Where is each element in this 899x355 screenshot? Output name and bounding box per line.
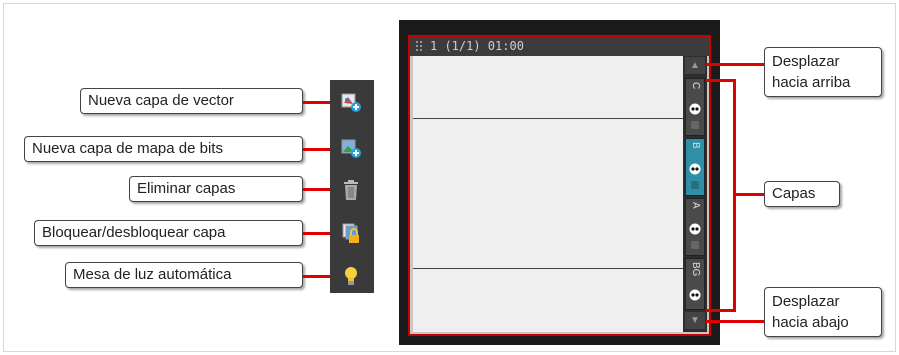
lightbulb-icon[interactable] [339, 264, 363, 288]
layer-name: A [690, 202, 701, 209]
visibility-icon[interactable] [689, 103, 701, 115]
visibility-icon[interactable] [689, 289, 701, 301]
lock-layer-icon[interactable] [339, 221, 363, 245]
callout-scroll-up: Desplazar hacia arriba [764, 47, 882, 97]
callout-delete-layers: Eliminar capas [129, 176, 303, 202]
connector-line [736, 193, 766, 196]
connector-line [303, 188, 333, 191]
layer-b[interactable]: B [685, 138, 705, 196]
thumbnail-cell[interactable] [413, 269, 683, 332]
layer-c[interactable]: C [685, 78, 705, 136]
layer-bg[interactable]: BG [685, 258, 705, 310]
lock-icon[interactable] [691, 121, 699, 129]
thumbnail-cell[interactable] [413, 119, 683, 269]
connector-line [706, 309, 736, 312]
frame-info: 1 (1/1) 01:00 [430, 39, 524, 53]
lock-icon[interactable] [691, 241, 699, 249]
new-bitmap-layer-icon[interactable] [339, 136, 363, 160]
connector-line [303, 148, 333, 151]
layers-panel: 1 (1/1) 01:00 ▲ C B A BG ▼ [399, 20, 720, 345]
callout-new-bitmap-layer: Nueva capa de mapa de bits [24, 136, 303, 162]
scroll-up-button[interactable]: ▲ [685, 57, 705, 74]
layer-toolbar [330, 80, 374, 293]
callout-scroll-down: Desplazar hacia abajo [764, 287, 882, 337]
connector-line [706, 63, 766, 66]
callout-line-1: Desplazar [772, 293, 840, 310]
callout-line-2: hacia arriba [772, 74, 851, 91]
connector-line [706, 79, 736, 82]
layer-name: C [690, 82, 701, 90]
drag-grip-icon[interactable] [415, 40, 423, 53]
panel-title-bar[interactable]: 1 (1/1) 01:00 [410, 37, 709, 56]
visibility-icon[interactable] [689, 163, 701, 175]
lock-icon[interactable] [691, 181, 699, 189]
new-vector-layer-icon[interactable] [339, 90, 363, 114]
callout-lock-layer: Bloquear/desbloquear capa [34, 220, 303, 246]
trash-icon[interactable] [339, 178, 363, 202]
connector-line [303, 101, 333, 104]
layer-scrollbar[interactable]: ▲ C B A BG ▼ [683, 56, 707, 332]
thumbnail-cell[interactable] [413, 56, 683, 119]
panel-highlight: 1 (1/1) 01:00 ▲ C B A BG ▼ [408, 35, 711, 336]
callout-layers: Capas [764, 181, 840, 207]
connector-line [303, 275, 333, 278]
layer-a[interactable]: A [685, 198, 705, 256]
callout-line-2: hacia abajo [772, 314, 849, 331]
visibility-icon[interactable] [689, 223, 701, 235]
thumbnail-area[interactable] [413, 56, 683, 332]
connector-line [303, 232, 333, 235]
layer-name: BG [690, 262, 701, 277]
callout-new-vector-layer: Nueva capa de vector [80, 88, 303, 114]
connector-line [706, 320, 766, 323]
callout-line-1: Desplazar [772, 53, 840, 70]
callout-auto-lightbox: Mesa de luz automática [65, 262, 303, 288]
layer-name: B [690, 142, 701, 149]
scroll-down-button[interactable]: ▼ [685, 312, 705, 329]
